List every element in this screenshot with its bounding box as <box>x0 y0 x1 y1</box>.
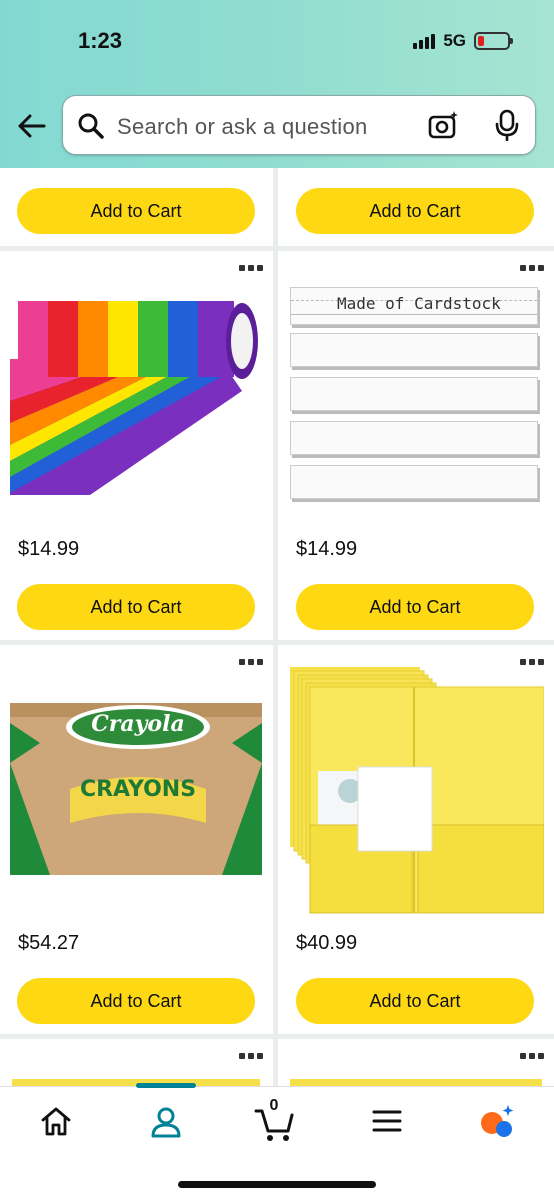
add-to-cart-button[interactable]: Add to Cart <box>17 188 255 234</box>
home-indicator <box>178 1181 376 1188</box>
product-image-tape[interactable] <box>10 299 260 504</box>
image-caption: Made of Cardstock <box>337 294 501 313</box>
product-grid: Add to Cart Add to Cart $14.99 Add to Ca… <box>0 168 554 1088</box>
search-icon <box>77 112 105 140</box>
more-options-icon[interactable] <box>239 659 263 665</box>
product-card[interactable]: Made of Cardstock $14.99 Add to Cart <box>278 251 554 640</box>
product-image-crayons[interactable]: Crayola CRAYONS <box>10 703 262 875</box>
rufus-assistant-icon[interactable] <box>476 1103 516 1143</box>
microphone-icon[interactable] <box>493 109 521 142</box>
more-options-icon[interactable] <box>239 265 263 271</box>
battery-icon <box>474 32 513 50</box>
header: 1:23 5G Search or ask a question <box>0 0 554 168</box>
product-card[interactable] <box>0 1039 273 1088</box>
product-price: $14.99 <box>18 538 80 560</box>
menu-icon[interactable] <box>370 1103 410 1143</box>
nav-active-indicator <box>136 1083 196 1088</box>
more-options-icon[interactable] <box>520 1053 544 1059</box>
add-to-cart-button[interactable]: Add to Cart <box>17 584 255 630</box>
account-icon[interactable] <box>146 1103 186 1143</box>
camera-search-icon[interactable] <box>428 109 460 141</box>
more-options-icon[interactable] <box>520 265 544 271</box>
search-input[interactable]: Search or ask a question <box>117 114 368 140</box>
back-arrow-icon[interactable] <box>14 108 50 144</box>
cart-count: 0 <box>269 1097 279 1114</box>
cart-icon[interactable]: 0 <box>254 1097 294 1143</box>
product-card[interactable]: Crayola CRAYONS $54.27 Add to Cart <box>0 645 273 1034</box>
add-to-cart-button[interactable]: Add to Cart <box>296 584 534 630</box>
add-to-cart-button[interactable]: Add to Cart <box>296 188 534 234</box>
product-price: $54.27 <box>18 932 80 954</box>
home-icon[interactable] <box>38 1103 78 1143</box>
status-time: 1:23 <box>78 28 123 53</box>
signal-icon <box>413 33 436 49</box>
product-image-strips[interactable]: Made of Cardstock <box>288 287 542 503</box>
product-card[interactable] <box>278 1039 554 1088</box>
crayons-label: CRAYONS <box>79 777 197 802</box>
product-image-folders[interactable] <box>288 665 545 917</box>
search-bar[interactable]: Search or ask a question <box>62 95 536 155</box>
bottom-nav: 0 <box>0 1083 554 1200</box>
product-card[interactable]: Add to Cart <box>0 168 273 246</box>
product-card[interactable]: Add to Cart <box>278 168 554 246</box>
crayola-logo-text: Crayola <box>91 711 185 737</box>
add-to-cart-button[interactable]: Add to Cart <box>296 978 534 1024</box>
product-card[interactable]: $14.99 Add to Cart <box>0 251 273 640</box>
network-label: 5G <box>443 31 466 50</box>
product-price: $14.99 <box>296 538 358 560</box>
product-price: $40.99 <box>296 932 358 954</box>
status-indicators: 5G <box>413 31 513 51</box>
add-to-cart-button[interactable]: Add to Cart <box>17 978 255 1024</box>
more-options-icon[interactable] <box>239 1053 263 1059</box>
product-card[interactable]: $40.99 Add to Cart <box>278 645 554 1034</box>
